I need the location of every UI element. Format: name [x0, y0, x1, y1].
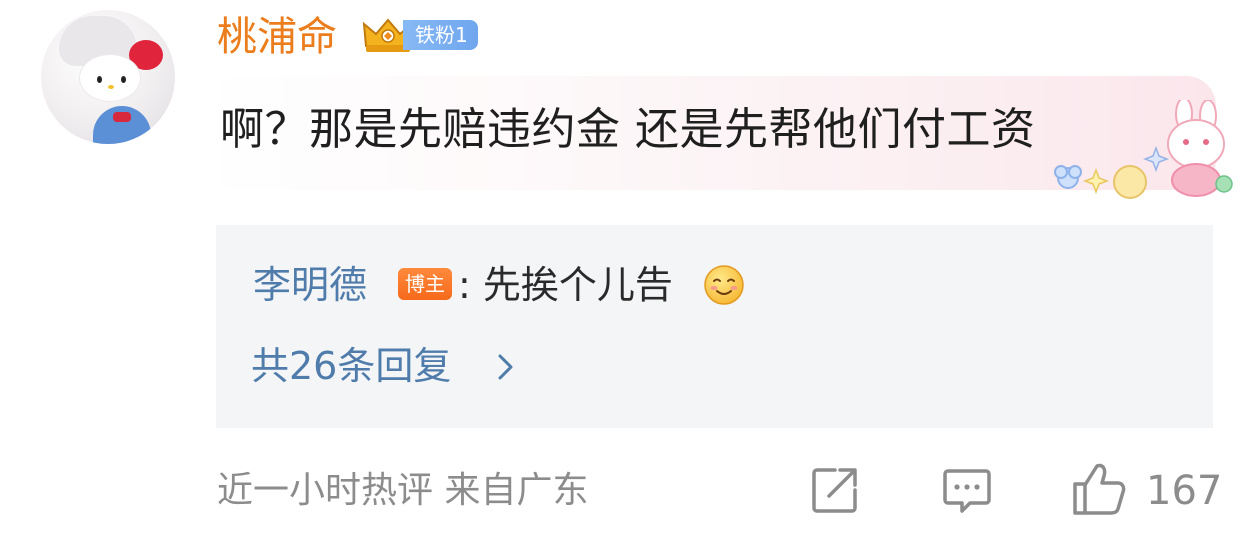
blogger-badge: 博主: [398, 268, 452, 300]
comment-icon[interactable]: [941, 464, 993, 516]
fan-level-badge[interactable]: 铁粉1: [403, 20, 478, 50]
comment-meta: 近一小时热评 来自广东: [217, 470, 589, 511]
reply-preview-box[interactable]: [216, 225, 1213, 428]
user-avatar[interactable]: [41, 10, 175, 144]
view-all-replies-link[interactable]: 共26条回复: [251, 340, 451, 392]
reply-text: : 先挨个儿告: [458, 263, 673, 307]
username[interactable]: 桃浦命: [217, 10, 337, 64]
reply-author[interactable]: 李明德: [253, 258, 367, 312]
like-icon[interactable]: [1070, 460, 1128, 518]
comment-text: 啊？那是先赔违约金 还是先帮他们付工资: [220, 104, 1036, 155]
chevron-right-icon[interactable]: [495, 352, 515, 382]
bunny-sticker: [1054, 100, 1233, 199]
smile-emoji-icon: [704, 265, 744, 305]
like-count: 167: [1146, 468, 1223, 514]
share-icon[interactable]: [809, 464, 861, 516]
